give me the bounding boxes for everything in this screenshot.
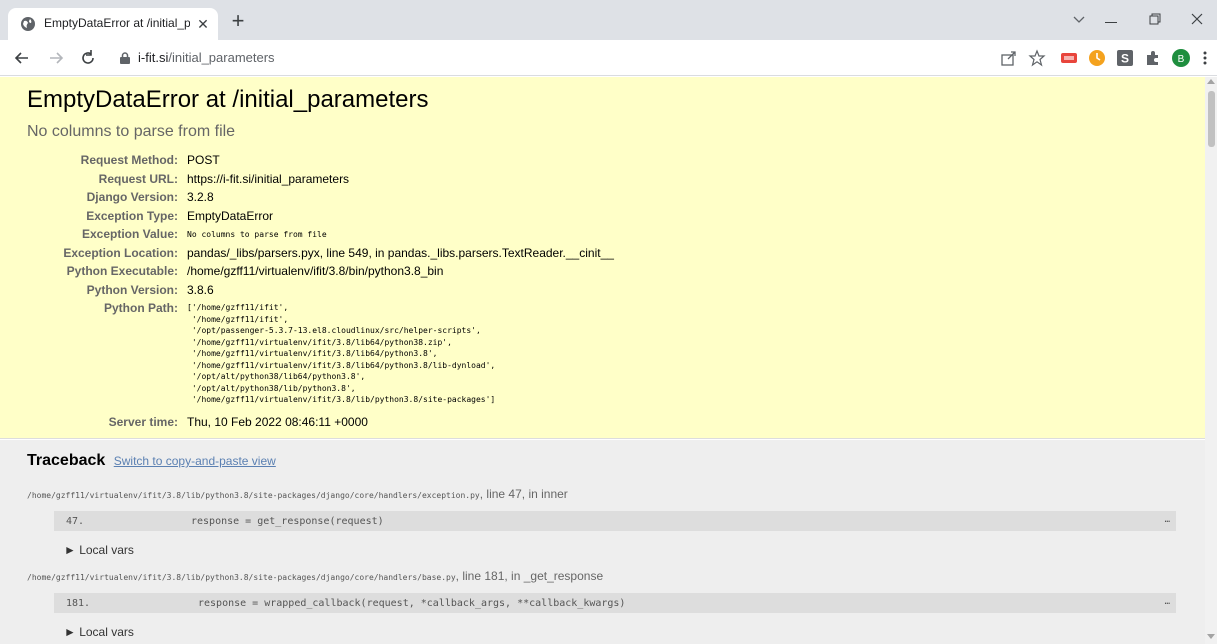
meta-value: /home/gzff11/virtualenv/ifit/3.8/bin/pyt… bbox=[187, 264, 444, 278]
bookmark-star-icon[interactable] bbox=[1028, 49, 1046, 67]
scroll-up-arrow-icon[interactable] bbox=[1207, 79, 1215, 84]
pdf-extension-icon[interactable] bbox=[1060, 49, 1078, 67]
forward-arrow-icon[interactable] bbox=[46, 48, 66, 68]
back-arrow-icon[interactable] bbox=[12, 48, 32, 68]
extensions-puzzle-icon[interactable] bbox=[1144, 49, 1162, 67]
frame-file-path: /home/gzff11/virtualenv/ifit/3.8/lib/pyt… bbox=[27, 573, 456, 582]
meta-value: 3.2.8 bbox=[187, 190, 214, 204]
python-path-line: '/home/gzff11/virtualenv/ifit/3.8/lib64/… bbox=[187, 337, 452, 347]
meta-key: Python Executable: bbox=[66, 264, 178, 278]
ellipsis[interactable]: … bbox=[1165, 515, 1170, 525]
traceback-heading: Traceback Switch to copy-and-paste view bbox=[27, 452, 276, 470]
error-summary: EmptyDataError at /initial_parameters No… bbox=[0, 77, 1205, 439]
meta-value: EmptyDataError bbox=[187, 208, 274, 223]
browser-tab[interactable]: EmptyDataError at /initial_param ✕ bbox=[8, 8, 218, 40]
error-subtitle: No columns to parse from file bbox=[27, 123, 236, 140]
svg-text:B: B bbox=[1178, 54, 1185, 65]
reload-icon[interactable] bbox=[78, 48, 98, 68]
minimize-button[interactable] bbox=[1098, 8, 1124, 30]
frame-file-header: /home/gzff11/virtualenv/ifit/3.8/lib/pyt… bbox=[27, 487, 568, 502]
url-path: /initial_parameters bbox=[168, 50, 275, 65]
context-line[interactable]: 47. response = get_response(request) … bbox=[54, 511, 1176, 531]
traceback-title: Traceback bbox=[27, 452, 106, 469]
meta-key: Request Method: bbox=[80, 153, 178, 167]
url-host: i-fit.si bbox=[138, 50, 169, 65]
python-path-line: '/opt/alt/python38/lib64/python3.8', bbox=[187, 372, 366, 381]
new-tab-button[interactable]: + bbox=[226, 10, 250, 34]
meta-key: Python Path: bbox=[104, 301, 178, 315]
line-number: 47. bbox=[66, 516, 85, 527]
python-path-line: ['/home/gzff11/ifit', bbox=[187, 303, 289, 312]
svg-text:S: S bbox=[1121, 52, 1129, 66]
switch-to-copy-paste-link[interactable]: Switch to copy-and-paste view bbox=[114, 454, 276, 468]
meta-value: Thu, 10 Feb 2022 08:46:11 +0000 bbox=[187, 415, 368, 429]
frame-file-header: /home/gzff11/virtualenv/ifit/3.8/lib/pyt… bbox=[27, 569, 603, 584]
frame-location: , line 181, in _get_response bbox=[455, 569, 604, 583]
python-path-line: '/home/gzff11/virtualenv/ifit/3.8/lib/py… bbox=[187, 395, 496, 404]
python-path-line: '/opt/passenger-5.3.7-13.el8.cloudlinux/… bbox=[187, 326, 481, 335]
meta-value: No columns to parse from file bbox=[187, 230, 327, 239]
tab-search-icon[interactable] bbox=[1066, 8, 1092, 30]
more-menu-icon[interactable] bbox=[1196, 49, 1214, 67]
meta-value: https://i-fit.si/initial_parameters bbox=[187, 171, 350, 186]
page-viewport: EmptyDataError at /initial_parameters No… bbox=[0, 77, 1205, 644]
meta-value: pandas/_libs/parsers.pyx, line 549, in p… bbox=[187, 245, 614, 260]
close-tab-icon[interactable]: ✕ bbox=[194, 15, 212, 33]
browser-toolbar: i-fit.si/initial_parameters S B bbox=[0, 40, 1217, 76]
page-title: EmptyDataError at /initial_parameters bbox=[27, 86, 429, 113]
close-window-button[interactable] bbox=[1184, 8, 1210, 30]
vertical-scrollbar[interactable] bbox=[1205, 77, 1217, 644]
python-path-line: '/home/gzff11/virtualenv/ifit/3.8/lib64/… bbox=[187, 360, 496, 370]
meta-key: Exception Type: bbox=[86, 208, 178, 223]
s-extension-icon[interactable]: S bbox=[1116, 49, 1134, 67]
url-text[interactable]: i-fit.si/initial_parameters bbox=[138, 50, 275, 65]
tab-strip: EmptyDataError at /initial_param ✕ + bbox=[0, 0, 1217, 40]
meta-key: Django Version: bbox=[86, 190, 178, 204]
traceback-section: Traceback Switch to copy-and-paste view … bbox=[0, 440, 1205, 644]
profile-avatar[interactable]: B bbox=[1172, 49, 1190, 67]
globe-icon bbox=[21, 17, 35, 31]
tab-title: EmptyDataError at /initial_param bbox=[44, 16, 190, 30]
frame-file-path: /home/gzff11/virtualenv/ifit/3.8/lib/pyt… bbox=[27, 491, 480, 500]
scroll-down-arrow-icon[interactable] bbox=[1207, 634, 1215, 639]
python-path-line: '/home/gzff11/virtualenv/ifit/3.8/lib64/… bbox=[187, 349, 438, 358]
meta-key: Exception Value: bbox=[81, 227, 178, 241]
meta-key: Server time: bbox=[108, 415, 178, 429]
clock-extension-icon[interactable] bbox=[1088, 49, 1106, 67]
address-bar[interactable]: i-fit.si/initial_parameters bbox=[110, 44, 990, 72]
code-text: response = get_response(request) bbox=[191, 516, 384, 527]
scrollbar-thumb[interactable] bbox=[1208, 91, 1215, 147]
python-path-list: ['/home/gzff11/ifit', '/home/gzff11/ifit… bbox=[187, 302, 495, 406]
restore-button[interactable] bbox=[1142, 8, 1168, 30]
python-path-line: '/opt/alt/python38/lib/python3.8', bbox=[187, 383, 356, 393]
local-vars-toggle[interactable]: ► Local vars bbox=[64, 543, 134, 557]
meta-key: Request URL: bbox=[98, 171, 178, 186]
lock-icon[interactable] bbox=[120, 52, 130, 64]
code-text: response = wrapped_callback(request, *ca… bbox=[198, 598, 626, 609]
meta-value: POST bbox=[187, 153, 220, 167]
meta-value: 3.8.6 bbox=[187, 282, 214, 297]
line-number: 181. bbox=[66, 598, 91, 609]
context-line[interactable]: 181. response = wrapped_callback(request… bbox=[54, 593, 1176, 613]
share-icon[interactable] bbox=[1000, 49, 1018, 67]
ellipsis[interactable]: … bbox=[1165, 597, 1170, 607]
local-vars-toggle[interactable]: ► Local vars bbox=[64, 625, 134, 639]
meta-key: Python Version: bbox=[86, 282, 178, 297]
python-path-line: '/home/gzff11/ifit', bbox=[187, 314, 289, 324]
frame-location: , line 47, in inner bbox=[479, 487, 568, 501]
meta-key: Exception Location: bbox=[63, 245, 178, 260]
